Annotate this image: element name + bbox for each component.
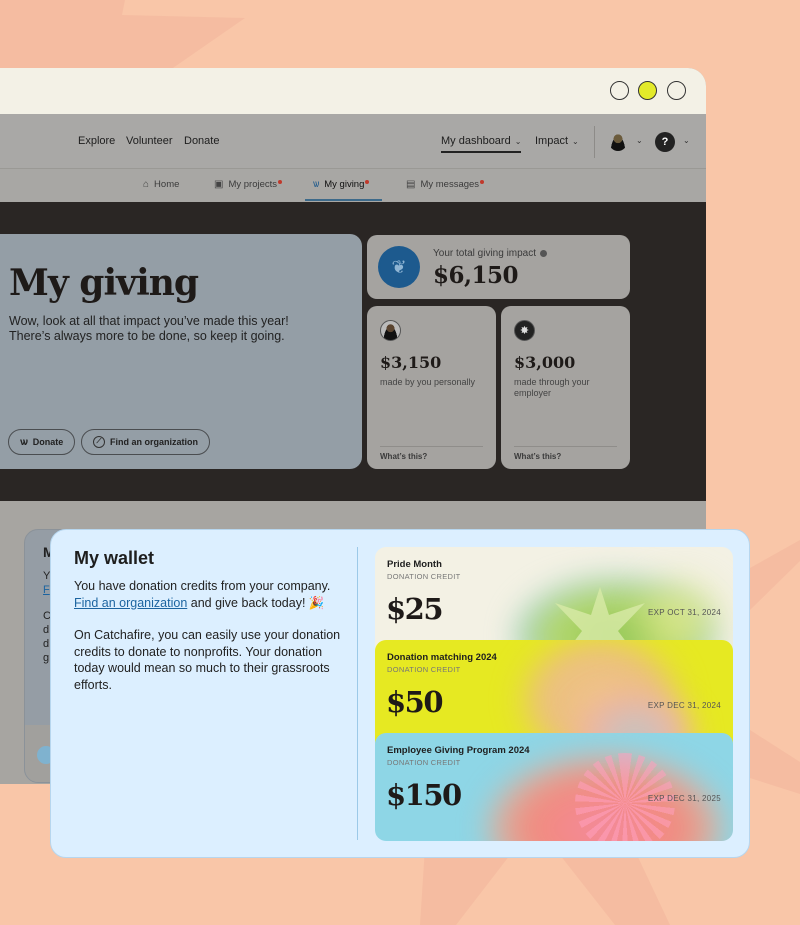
credit-name: Pride Month <box>387 559 442 570</box>
background-shape <box>420 855 510 925</box>
credit-amount: $150 <box>386 778 462 812</box>
credit-name: Donation matching 2024 <box>387 652 497 663</box>
tab-home[interactable]: ⌂ Home <box>143 179 179 190</box>
background-shape <box>750 540 800 610</box>
tab-my-messages[interactable]: ▤ My messages <box>406 179 485 190</box>
credit-expiry: EXP DEC 31, 2025 <box>647 794 721 803</box>
wallet-card: My wallet You have donation credits from… <box>50 529 750 858</box>
nav-impact[interactable]: Impact ⌄ <box>535 135 579 147</box>
user-avatar[interactable] <box>609 133 627 151</box>
credit-type: DONATION CREDIT <box>387 758 461 767</box>
find-organization-label: Find an organization <box>110 437 198 447</box>
text-fragment: d <box>43 638 50 650</box>
credit-expiry: EXP DEC 31, 2024 <box>647 701 721 710</box>
nav-divider <box>594 126 595 158</box>
nav-explore[interactable]: Explore <box>78 135 115 147</box>
window-maximize-button[interactable] <box>638 81 657 100</box>
whats-this-link[interactable]: What’s this? <box>514 452 561 461</box>
total-impact-value: $6,150 <box>433 262 519 289</box>
credit-amount: $25 <box>386 592 444 626</box>
credit-type: DONATION CREDIT <box>387 665 461 674</box>
personal-giving-card: $3,150 made by you personally What’s thi… <box>367 306 496 469</box>
credit-amount: $50 <box>386 685 444 719</box>
background-shape <box>0 0 245 70</box>
notification-dot <box>480 179 485 184</box>
window-close-button[interactable] <box>667 81 686 100</box>
info-icon[interactable] <box>540 249 548 257</box>
employer-description: made through your employer <box>514 377 590 398</box>
divider <box>514 446 617 447</box>
sub-navigation: ⌂ Home ▣ My projects ѡ My giving ▤ My me… <box>0 169 706 202</box>
chevron-down-icon[interactable]: ⌄ <box>636 136 643 145</box>
text-fragment: d <box>43 624 50 636</box>
briefcase-icon: ▣ <box>214 179 224 190</box>
nav-my-dashboard-label: My dashboard <box>441 135 511 147</box>
background-shape <box>560 855 670 925</box>
find-organization-button[interactable]: ⟋ Find an organization <box>81 429 210 455</box>
chevron-down-icon: ⌄ <box>514 137 522 146</box>
chevron-down-icon: ⌄ <box>572 137 579 146</box>
tab-label: Home <box>154 179 180 190</box>
hero-section: My giving Wow, look at all that impact y… <box>0 202 706 501</box>
page-subtitle: Wow, look at all that impact you’ve made… <box>9 314 289 343</box>
find-organization-link[interactable]: Find an organization <box>74 596 187 610</box>
title-bar <box>0 68 706 114</box>
credit-card-employee-giving[interactable]: Employee Giving Program 2024 DONATION CR… <box>375 733 733 841</box>
text-fragment: g <box>43 652 50 664</box>
personal-value: $3,150 <box>380 353 442 372</box>
home-icon: ⌂ <box>143 179 150 190</box>
tab-label: My giving <box>324 179 365 190</box>
giving-hands-icon: ѡ <box>313 179 320 190</box>
impact-label: Your total giving impact <box>433 248 548 259</box>
nav-volunteer[interactable]: Volunteer <box>126 135 172 147</box>
top-navigation: Explore Volunteer Donate My dashboard ⌄ I… <box>0 114 706 169</box>
credit-expiry: EXP OCT 31, 2024 <box>648 608 721 617</box>
donate-button-label: Donate <box>32 437 64 447</box>
chevron-down-icon[interactable]: ⌄ <box>683 136 690 145</box>
credit-type: DONATION CREDIT <box>387 572 461 581</box>
tab-my-giving[interactable]: ѡ My giving <box>313 179 370 190</box>
page-title: My giving <box>9 262 199 304</box>
nav-donate[interactable]: Donate <box>184 135 219 147</box>
wallet-title: My wallet <box>74 548 155 568</box>
credit-name: Employee Giving Program 2024 <box>387 745 530 756</box>
user-avatar <box>380 320 401 341</box>
help-button[interactable]: ? <box>655 132 675 152</box>
compass-icon: ⟋ <box>93 436 105 448</box>
wallet-intro: You have donation credits from your comp… <box>74 578 344 611</box>
link-fragment: F <box>43 584 50 596</box>
message-icon: ▤ <box>406 179 416 190</box>
wallet-intro-tail: and give back today! 🎉 <box>187 595 325 610</box>
nav-my-dashboard[interactable]: My dashboard ⌄ <box>441 135 522 153</box>
active-tab-indicator <box>305 199 382 201</box>
giving-hands-icon: ѡ <box>20 436 28 448</box>
background-shape <box>750 730 800 794</box>
my-giving-card: My giving Wow, look at all that impact y… <box>0 234 362 469</box>
impact-label-text: Your total giving impact <box>433 248 537 259</box>
window-minimize-button[interactable] <box>610 81 629 100</box>
whats-this-link[interactable]: What’s this? <box>380 452 427 461</box>
wallet-divider <box>357 547 358 840</box>
divider <box>380 446 483 447</box>
employer-giving-card: ✸ $3,000 made through your employer What… <box>501 306 630 469</box>
giving-badge-icon: ❦ <box>380 248 418 286</box>
employer-value: $3,000 <box>514 353 576 372</box>
employer-logo-icon: ✸ <box>514 320 535 341</box>
donate-button[interactable]: ѡ Donate <box>8 429 76 455</box>
tab-label: My projects <box>228 179 278 190</box>
wallet-body: On Catchafire, you can easily use your d… <box>74 628 341 692</box>
nav-impact-label: Impact <box>535 135 569 147</box>
tab-label: My messages <box>420 179 480 190</box>
total-impact-card: ❦ Your total giving impact $6,150 <box>367 235 630 299</box>
tab-my-projects[interactable]: ▣ My projects <box>214 179 283 190</box>
wallet-intro-text: You have donation credits from your comp… <box>74 579 331 593</box>
notification-dot <box>278 179 283 184</box>
personal-description: made by you personally <box>380 377 476 387</box>
notification-dot <box>365 179 370 184</box>
